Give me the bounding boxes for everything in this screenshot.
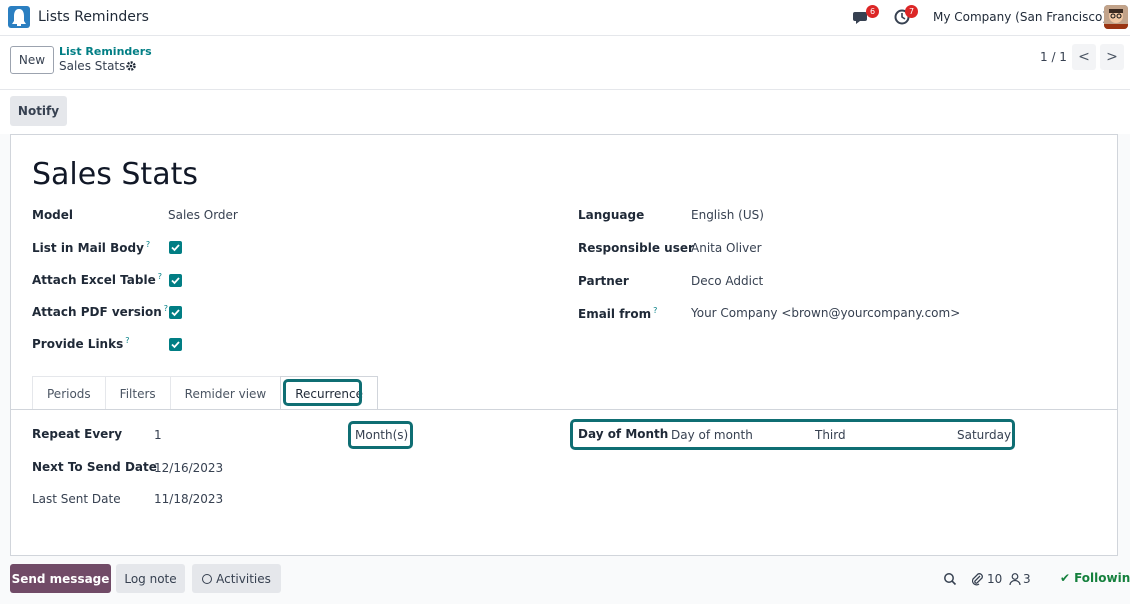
log-note-button[interactable]: Log note	[116, 564, 185, 593]
partner-value[interactable]: Deco Addict	[691, 274, 763, 288]
tab-periods[interactable]: Periods	[32, 376, 106, 410]
help-marker[interactable]: ?	[158, 272, 162, 281]
app-title[interactable]: Lists Reminders	[38, 9, 149, 25]
help-marker[interactable]: ?	[653, 306, 657, 315]
top-navbar: Lists Reminders 6 7 My Company (San Fran…	[0, 0, 1130, 36]
tab-divider	[11, 409, 1117, 410]
day-of-month-highlight	[570, 419, 1015, 450]
send-message-button[interactable]: Send message	[10, 564, 111, 593]
language-label: Language	[578, 208, 645, 222]
pager-value[interactable]: 1 / 1	[1040, 50, 1067, 64]
repeat-every-value[interactable]: 1	[154, 428, 162, 442]
following-button[interactable]: ✔Following	[1060, 571, 1130, 585]
activities-button[interactable]: Activities	[192, 564, 281, 593]
breadcrumb-current: Sales Stats	[59, 59, 126, 73]
last-sent-date-value: 11/18/2023	[154, 492, 224, 506]
model-value[interactable]: Sales Order	[168, 208, 238, 222]
tab-filters[interactable]: Filters	[104, 376, 171, 410]
attach-excel-label: Attach Excel Table?	[32, 272, 162, 287]
tab-reminder-view[interactable]: Remider view	[169, 376, 282, 410]
attach-pdf-checkbox[interactable]	[169, 306, 182, 319]
gear-icon[interactable]	[125, 60, 137, 72]
company-switcher[interactable]: My Company (San Francisco)	[933, 10, 1107, 24]
next-send-date-label: Next To Send Date	[32, 460, 157, 474]
repeat-every-label: Repeat Every	[32, 427, 123, 441]
followers-icon[interactable]	[1008, 572, 1022, 586]
paperclip-icon[interactable]	[970, 572, 984, 586]
chatter-bar: Send message Log note Activities 10 3 ✔ F…	[0, 556, 1130, 604]
pager-previous-button[interactable]: <	[1072, 44, 1096, 70]
responsible-user-label: Responsible user	[578, 241, 694, 255]
action-bar: Notify	[0, 90, 1130, 134]
bell-icon[interactable]	[8, 6, 30, 28]
attachments-count[interactable]: 10	[987, 572, 1002, 586]
next-send-date-value[interactable]: 12/16/2023	[154, 461, 223, 475]
provide-links-checkbox[interactable]	[169, 338, 182, 351]
attach-excel-checkbox[interactable]	[169, 274, 182, 287]
followers-count[interactable]: 3	[1023, 572, 1031, 586]
breadcrumb-parent[interactable]: List Reminders	[59, 45, 152, 58]
email-from-label: Email from?	[578, 306, 658, 321]
notify-button[interactable]: Notify	[10, 96, 67, 126]
attach-pdf-label: Attach PDF version?	[32, 304, 168, 319]
search-icon[interactable]	[943, 572, 957, 586]
repeat-unit-highlight	[348, 421, 413, 449]
form-sheet: Sales Stats Model Sales Order List in Ma…	[10, 134, 1118, 556]
user-avatar[interactable]	[1104, 5, 1128, 29]
list-in-mail-body-checkbox[interactable]	[169, 241, 182, 254]
responsible-user-value[interactable]: Anita Oliver	[691, 241, 762, 255]
control-panel: New List Reminders Sales Stats 1 / 1 < >	[0, 36, 1130, 90]
recurrence-tab-highlight	[283, 379, 362, 406]
new-button[interactable]: New	[10, 46, 54, 74]
partner-label: Partner	[578, 274, 629, 288]
help-marker[interactable]: ?	[146, 240, 150, 249]
provide-links-label: Provide Links?	[32, 336, 130, 351]
activities-badge: 7	[905, 5, 918, 18]
email-from-value[interactable]: Your Company <brown@yourcompany.com>	[691, 306, 960, 320]
last-sent-date-label: Last Sent Date	[32, 492, 121, 506]
clock-icon	[202, 573, 213, 584]
check-icon: ✔	[1060, 571, 1071, 585]
help-marker[interactable]: ?	[164, 304, 168, 313]
pager-next-button[interactable]: >	[1100, 44, 1124, 70]
model-label: Model	[32, 208, 74, 222]
record-title[interactable]: Sales Stats	[32, 157, 198, 192]
list-in-mail-body-label: List in Mail Body?	[32, 240, 151, 255]
language-value[interactable]: English (US)	[691, 208, 764, 222]
messages-badge: 6	[866, 5, 879, 18]
help-marker[interactable]: ?	[125, 336, 129, 345]
